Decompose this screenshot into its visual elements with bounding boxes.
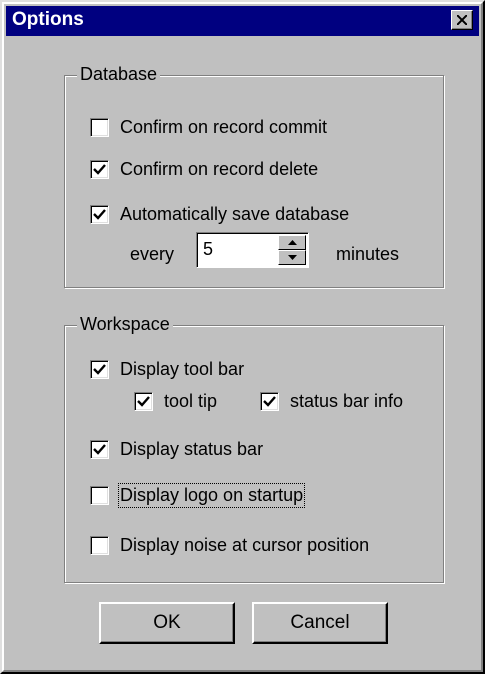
- ok-button[interactable]: OK: [99, 602, 235, 644]
- noise-option[interactable]: Display noise at cursor position: [90, 532, 369, 558]
- checkmark-icon: [93, 443, 106, 455]
- status-info-option[interactable]: status bar info: [260, 388, 403, 414]
- confirm-delete-option[interactable]: Confirm on record delete: [90, 156, 318, 182]
- checkmark-icon: [137, 395, 150, 407]
- status-info-checkbox[interactable]: [260, 391, 279, 411]
- status-info-label: status bar info: [290, 390, 404, 411]
- close-button[interactable]: [451, 10, 473, 30]
- logo-checkbox[interactable]: [90, 485, 109, 505]
- confirm-delete-label: Confirm on record delete: [120, 158, 319, 179]
- tool-tip-option[interactable]: tool tip: [134, 388, 217, 414]
- tool-bar-checkbox[interactable]: [90, 359, 109, 379]
- minutes-input[interactable]: 5: [203, 239, 213, 260]
- minutes-spinner[interactable]: 5: [196, 232, 309, 268]
- status-bar-option[interactable]: Display status bar: [90, 436, 263, 462]
- checkmark-icon: [93, 208, 106, 220]
- autosave-checkbox[interactable]: [90, 204, 109, 224]
- every-label: every: [130, 244, 175, 264]
- status-bar-label: Display status bar: [120, 438, 264, 459]
- tool-bar-label: Display tool bar: [120, 358, 245, 379]
- checkmark-icon: [93, 163, 106, 175]
- tool-bar-option[interactable]: Display tool bar: [90, 356, 244, 382]
- cancel-button-label: Cancel: [290, 612, 350, 633]
- confirm-commit-checkbox[interactable]: [90, 117, 109, 137]
- logo-label: Display logo on startup: [117, 482, 306, 508]
- confirm-delete-checkbox[interactable]: [90, 159, 109, 179]
- logo-option[interactable]: Display logo on startup: [90, 482, 306, 508]
- cancel-button[interactable]: Cancel: [252, 602, 388, 644]
- tool-tip-checkbox[interactable]: [134, 391, 153, 411]
- ok-button-label: OK: [153, 612, 181, 633]
- options-dialog: Options Database Confirm on record commi…: [0, 0, 485, 674]
- confirm-commit-option[interactable]: Confirm on record commit: [90, 114, 327, 140]
- close-icon: [457, 15, 467, 25]
- minutes-label: minutes: [336, 244, 400, 264]
- title-bar[interactable]: Options: [6, 6, 479, 36]
- window-title: Options: [12, 9, 84, 30]
- confirm-commit-label: Confirm on record commit: [120, 116, 328, 137]
- arrow-up-icon: [288, 240, 297, 245]
- autosave-option[interactable]: Automatically save database: [90, 201, 349, 227]
- spin-up-button[interactable]: [278, 235, 306, 250]
- checkmark-icon: [263, 395, 276, 407]
- checkmark-icon: [93, 363, 106, 375]
- arrow-down-icon: [288, 255, 297, 260]
- status-bar-checkbox[interactable]: [90, 439, 109, 459]
- database-group-label: Database: [77, 64, 161, 85]
- workspace-group-label: Workspace: [77, 314, 173, 335]
- tool-tip-label: tool tip: [164, 390, 218, 411]
- autosave-label: Automatically save database: [120, 203, 350, 224]
- spin-down-button[interactable]: [278, 250, 306, 265]
- noise-label: Display noise at cursor position: [120, 534, 370, 555]
- noise-checkbox[interactable]: [90, 535, 109, 555]
